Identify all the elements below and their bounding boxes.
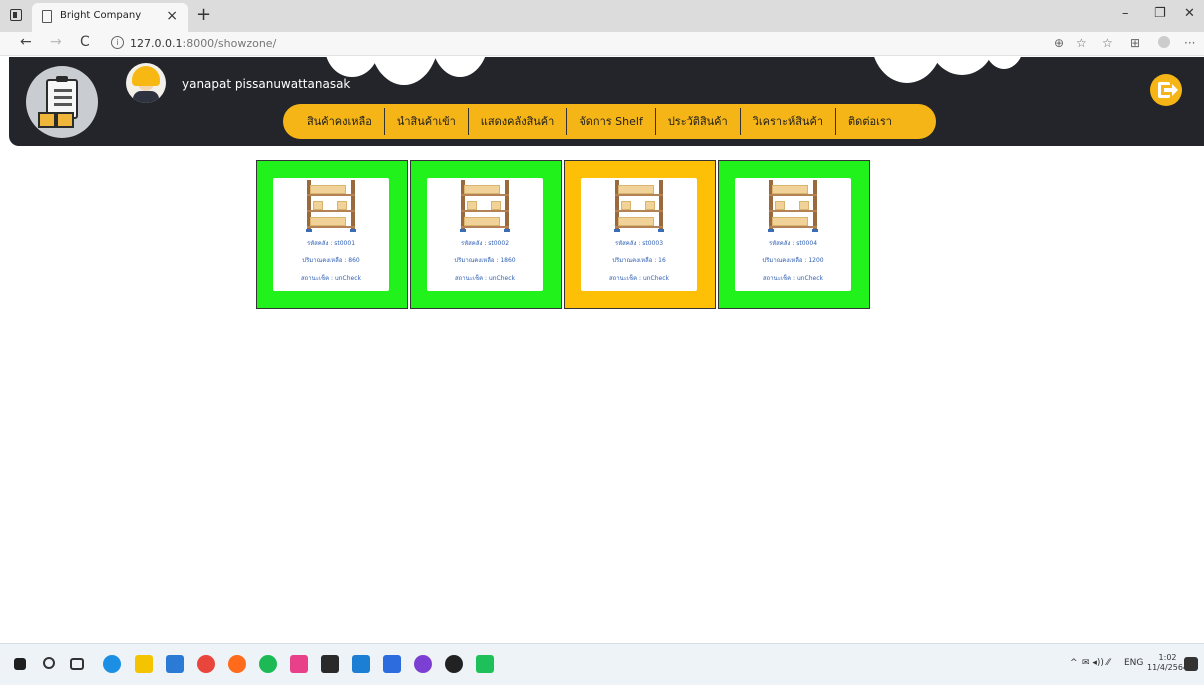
github-icon[interactable] xyxy=(445,655,463,673)
zone-card-body: รหัสคลัง : st0003 ปริมาณคงเหลือ : 16 สถา… xyxy=(581,178,697,291)
zone-status: สถานะเช็ค : unCheck xyxy=(300,275,362,282)
browser-tab[interactable]: Bright Company × xyxy=(32,3,188,32)
profile-icon[interactable] xyxy=(1158,36,1170,48)
tray-icons[interactable]: ✉ ◂)) ⁄⁄ xyxy=(1082,658,1110,668)
app-icon[interactable] xyxy=(290,655,308,673)
zone-quantity: ปริมาณคงเหลือ : 16 xyxy=(612,257,666,264)
clock-date: 11/4/2564 xyxy=(1147,663,1189,672)
more-icon[interactable]: ··· xyxy=(1184,36,1195,50)
menu-item-contact[interactable]: ติดต่อเรา xyxy=(836,108,904,135)
zone-card[interactable]: รหัสคลัง : st0004 ปริมาณคงเหลือ : 1200 ส… xyxy=(718,160,870,309)
cloud-decoration xyxy=(929,57,995,75)
logout-button[interactable] xyxy=(1150,74,1182,106)
browser-tab-strip: Bright Company × + – ❐ ✕ xyxy=(0,0,1204,32)
edge-icon[interactable] xyxy=(103,655,121,673)
zone-card-body: รหัสคลัง : st0002 ปริมาณคงเหลือ : 1860 ส… xyxy=(427,178,543,291)
file-explorer-icon[interactable] xyxy=(135,655,153,673)
vscode-icon[interactable] xyxy=(352,655,370,673)
user-name: yanapat pissanuwattanasak xyxy=(182,77,351,91)
zone-card[interactable]: รหัสคลัง : st0001 ปริมาณคงเหลือ : 860 สถ… xyxy=(256,160,408,309)
favorites-icon[interactable]: ☆ xyxy=(1102,36,1113,50)
refresh-icon[interactable]: C xyxy=(80,34,90,50)
shelf-icon xyxy=(460,180,510,232)
main-menu: สินค้าคงเหลือ นำสินค้าเข้า แสดงคลังสินค้… xyxy=(283,104,936,139)
minimize-icon[interactable]: – xyxy=(1122,6,1129,21)
zone-quantity: ปริมาณคงเหลือ : 1200 xyxy=(762,257,824,264)
zoom-icon[interactable]: ⊕ xyxy=(1054,36,1064,50)
menu-item-stock[interactable]: สินค้าคงเหลือ xyxy=(295,108,385,135)
new-tab-icon[interactable]: + xyxy=(196,4,211,25)
zone-code: รหัสคลัง : st0002 xyxy=(460,240,510,247)
zone-status: สถานะเช็ค : unCheck xyxy=(608,275,670,282)
menu-item-shelf[interactable]: จัดการ Shelf xyxy=(567,108,656,135)
menu-item-warehouse[interactable]: แสดงคลังสินค้า xyxy=(469,108,568,135)
zone-quantity: ปริมาณคงเหลือ : 1860 xyxy=(454,257,516,264)
restore-icon[interactable]: ❐ xyxy=(1154,6,1166,21)
tab-close-icon[interactable]: × xyxy=(166,8,178,24)
cloud-decoration xyxy=(871,57,943,83)
url-path: :8000/showzone/ xyxy=(182,37,277,50)
menu-item-import[interactable]: นำสินค้าเข้า xyxy=(385,108,469,135)
clock-time: 1:02 xyxy=(1158,653,1177,662)
cloud-decoration xyxy=(369,57,439,85)
zone-code: รหัสคลัง : st0003 xyxy=(614,240,664,247)
cloud-decoration xyxy=(984,57,1024,69)
zone-code: รหัสคลัง : st0001 xyxy=(306,240,356,247)
cloud-decoration xyxy=(431,57,489,77)
zone-status: สถานะเช็ค : unCheck xyxy=(762,275,824,282)
url-field[interactable]: 127.0.0.1:8000/showzone/ xyxy=(130,37,276,50)
tray-overflow-icon[interactable]: ^ xyxy=(1070,658,1078,668)
zone-card-body: รหัสคลัง : st0001 ปริมาณคงเหลือ : 860 สถ… xyxy=(273,178,389,291)
menu-item-analysis[interactable]: วิเคราะห์สินค้า xyxy=(741,108,837,135)
app-icon[interactable] xyxy=(476,655,494,673)
menu-item-history[interactable]: ประวัติสินค้า xyxy=(656,108,741,135)
zone-quantity: ปริมาณคงเหลือ : 860 xyxy=(302,257,360,264)
zone-card[interactable]: รหัสคลัง : st0002 ปริมาณคงเหลือ : 1860 ส… xyxy=(410,160,562,309)
close-window-icon[interactable]: ✕ xyxy=(1184,6,1195,21)
language-indicator[interactable]: ENG xyxy=(1124,658,1143,668)
cloud-decoration xyxy=(325,57,379,77)
shelf-icon xyxy=(306,180,356,232)
zone-card-body: รหัสคลัง : st0004 ปริมาณคงเหลือ : 1200 ส… xyxy=(735,178,851,291)
terminal-icon[interactable] xyxy=(321,655,339,673)
site-info-icon[interactable]: i xyxy=(111,36,124,49)
url-host: 127.0.0.1 xyxy=(130,37,183,50)
shelf-icon xyxy=(614,180,664,232)
back-icon[interactable]: ← xyxy=(20,34,32,50)
tab-actions-icon[interactable] xyxy=(10,9,22,21)
start-icon[interactable] xyxy=(14,658,26,670)
firefox-icon[interactable] xyxy=(228,655,246,673)
app-header: yanapat pissanuwattanasak สินค้าคงเหลือ … xyxy=(9,57,1204,146)
tab-title: Bright Company xyxy=(60,10,142,21)
box-icon xyxy=(56,112,74,128)
shelf-icon xyxy=(768,180,818,232)
spotify-icon[interactable] xyxy=(259,655,277,673)
chrome-icon[interactable] xyxy=(197,655,215,673)
taskbar: ^ ✉ ◂)) ⁄⁄ ENG 1:02 11/4/2564 xyxy=(0,643,1204,685)
collections-icon[interactable]: ⊞ xyxy=(1130,36,1140,50)
favorite-add-icon[interactable]: ☆ xyxy=(1076,36,1087,50)
clock[interactable]: 1:02 11/4/2564 xyxy=(1147,653,1188,673)
zone-card-list: รหัสคลัง : st0001 ปริมาณคงเหลือ : 860 สถ… xyxy=(256,160,870,309)
box-icon xyxy=(38,112,56,128)
notification-icon[interactable] xyxy=(1184,657,1198,671)
zone-status: สถานะเช็ค : unCheck xyxy=(454,275,516,282)
zone-code: รหัสคลัง : st0004 xyxy=(768,240,818,247)
zone-card[interactable]: รหัสคลัง : st0003 ปริมาณคงเหลือ : 16 สถา… xyxy=(564,160,716,309)
app-icon[interactable] xyxy=(383,655,401,673)
page-icon xyxy=(42,10,52,23)
search-icon[interactable] xyxy=(43,657,55,669)
address-bar: ← → C i 127.0.0.1:8000/showzone/ ⊕ ☆ ☆ ⊞… xyxy=(0,32,1204,56)
task-view-icon[interactable] xyxy=(70,658,84,670)
company-logo[interactable] xyxy=(26,66,98,138)
store-icon[interactable] xyxy=(166,655,184,673)
app-icon[interactable] xyxy=(414,655,432,673)
avatar[interactable] xyxy=(126,63,166,103)
forward-icon[interactable]: → xyxy=(50,34,62,50)
